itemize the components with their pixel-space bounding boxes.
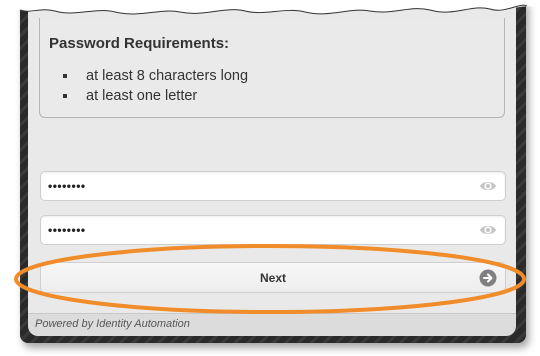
confirm-password-value: •••••••• — [48, 223, 86, 237]
new-password-field[interactable]: •••••••• — [40, 171, 506, 201]
bullet-icon — [63, 74, 67, 78]
next-button[interactable]: Next — [40, 262, 506, 293]
requirements-title: Password Requirements: — [49, 35, 230, 52]
requirements-list: at least 8 characters long at least one … — [48, 66, 248, 106]
list-item: at least 8 characters long — [48, 66, 248, 86]
bullet-icon — [63, 94, 67, 98]
confirm-password-field[interactable]: •••••••• — [40, 215, 506, 245]
password-requirements-box: Password Requirements: at least 8 charac… — [39, 18, 505, 118]
next-button-label: Next — [259, 271, 286, 285]
list-item: at least one letter — [48, 86, 248, 106]
arrow-right-circle-icon — [479, 269, 497, 287]
requirement-text: at least one letter — [86, 88, 198, 104]
requirement-text: at least 8 characters long — [86, 68, 249, 84]
eye-icon[interactable] — [479, 179, 497, 193]
new-password-value: •••••••• — [48, 179, 86, 193]
eye-icon[interactable] — [479, 223, 497, 237]
powered-by-text: Powered by Identity Automation — [35, 318, 190, 330]
footer: Powered by Identity Automation — [28, 313, 516, 336]
